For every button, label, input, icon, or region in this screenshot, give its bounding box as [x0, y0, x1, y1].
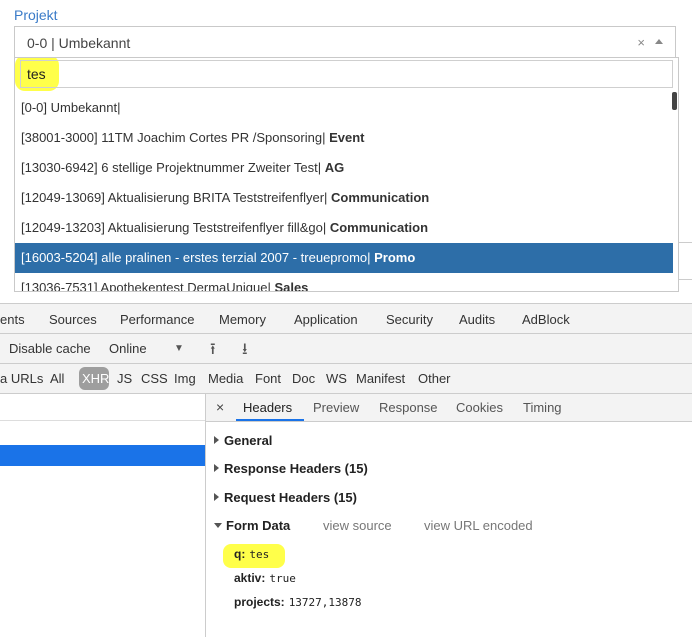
close-icon[interactable]: ×: [216, 399, 224, 415]
network-filter-bar: a URLs All XHR JS CSS Img Media Font Doc…: [0, 364, 692, 394]
section-response-headers[interactable]: Response Headers (15): [214, 461, 368, 476]
select-dropdown: [0-0] Umbekannt| [38001-3000] 11TM Joach…: [14, 57, 679, 292]
network-toolbar: Disable cache Online ▼ ⭱ ⭳: [0, 334, 692, 364]
tab-sources[interactable]: Sources: [49, 312, 97, 327]
options-list: [0-0] Umbekannt| [38001-3000] 11TM Joach…: [15, 93, 673, 291]
filter-font[interactable]: Font: [255, 371, 281, 386]
background-field-edge: [679, 242, 692, 280]
filter-other[interactable]: Other: [418, 371, 451, 386]
filter-media[interactable]: Media: [208, 371, 243, 386]
tab-response[interactable]: Response: [379, 400, 438, 415]
filter-xhr[interactable]: XHR: [82, 371, 109, 386]
option-item[interactable]: [13030-6942] 6 stellige Projektnummer Zw…: [15, 153, 673, 183]
form-data-row: q: tes: [234, 547, 270, 561]
upload-icon[interactable]: ⭱: [210, 338, 216, 365]
disable-cache-checkbox[interactable]: Disable cache: [9, 341, 91, 356]
triangle-down-icon: [214, 523, 222, 528]
tab-security[interactable]: Security: [386, 312, 433, 327]
chevron-up-icon[interactable]: [655, 39, 663, 44]
devtools-tab-bar: ents Sources Performance Memory Applicat…: [0, 303, 692, 334]
tab-audits[interactable]: Audits: [459, 312, 495, 327]
tab-performance[interactable]: Performance: [120, 312, 194, 327]
request-list: [0, 394, 206, 637]
triangle-right-icon: [214, 436, 219, 444]
option-item-selected[interactable]: [16003-5204] alle pralinen - erstes terz…: [15, 243, 673, 273]
tab-cookies[interactable]: Cookies: [456, 400, 503, 415]
divider: [0, 420, 205, 421]
filter-doc[interactable]: Doc: [292, 371, 315, 386]
tab-elements[interactable]: ents: [0, 312, 25, 327]
select-current-value: 0-0 | Umbekannt: [27, 35, 131, 51]
selected-request-row[interactable]: [0, 445, 205, 466]
projekt-label: Projekt: [14, 7, 58, 23]
dropdown-scrollbar[interactable]: [672, 92, 677, 110]
search-input[interactable]: [20, 60, 673, 88]
filter-data-urls[interactable]: a URLs: [0, 371, 43, 386]
filter-css[interactable]: CSS: [141, 371, 168, 386]
filter-js[interactable]: JS: [117, 371, 132, 386]
tab-adblock[interactable]: AdBlock: [522, 312, 570, 327]
view-source-link[interactable]: view source: [323, 518, 392, 533]
active-tab-indicator: [236, 419, 304, 421]
option-item[interactable]: [0-0] Umbekannt|: [15, 93, 673, 123]
form-data-row: aktiv: true: [234, 571, 296, 585]
filter-manifest[interactable]: Manifest: [356, 371, 405, 386]
request-details: × Headers Preview Response Cookies Timin…: [206, 394, 692, 637]
detail-tab-bar: × Headers Preview Response Cookies Timin…: [206, 394, 692, 422]
project-select[interactable]: 0-0 | Umbekannt ×: [14, 26, 676, 58]
filter-all[interactable]: All: [50, 371, 64, 386]
section-request-headers[interactable]: Request Headers (15): [214, 490, 357, 505]
option-item[interactable]: [38001-3000] 11TM Joachim Cortes PR /Spo…: [15, 123, 673, 153]
form-data-row: projects: 13727,13878: [234, 595, 362, 609]
section-form-data[interactable]: Form Data: [214, 518, 290, 533]
devtools-panel: ents Sources Performance Memory Applicat…: [0, 303, 692, 637]
tab-headers[interactable]: Headers: [243, 400, 292, 415]
throttle-select[interactable]: Online: [109, 341, 147, 356]
chevron-down-icon[interactable]: ▼: [174, 343, 184, 354]
section-general[interactable]: General: [214, 433, 272, 448]
tab-application[interactable]: Application: [294, 312, 358, 327]
option-item[interactable]: [13036-7531] Apothekentest DermaUnique| …: [15, 273, 673, 291]
filter-img[interactable]: Img: [174, 371, 196, 386]
option-item[interactable]: [12049-13069] Aktualisierung BRITA Tests…: [15, 183, 673, 213]
option-item[interactable]: [12049-13203] Aktualisierung Teststreife…: [15, 213, 673, 243]
tab-timing[interactable]: Timing: [523, 400, 562, 415]
tab-preview[interactable]: Preview: [313, 400, 359, 415]
triangle-right-icon: [214, 493, 219, 501]
view-url-encoded-link[interactable]: view URL encoded: [424, 518, 533, 533]
triangle-right-icon: [214, 464, 219, 472]
filter-ws[interactable]: WS: [326, 371, 347, 386]
clear-icon[interactable]: ×: [637, 35, 645, 50]
download-icon[interactable]: ⭳: [242, 338, 248, 365]
tab-memory[interactable]: Memory: [219, 312, 266, 327]
